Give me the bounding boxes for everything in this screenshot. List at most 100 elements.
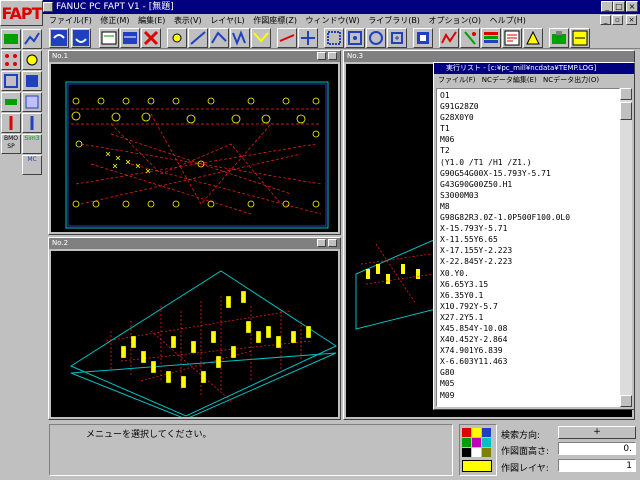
face-icon[interactable] (22, 92, 42, 112)
simulation-icon[interactable] (523, 28, 543, 48)
draw-layer-field[interactable]: 1 (558, 459, 636, 472)
menu-coords[interactable]: 作図座標(Z) (253, 16, 297, 25)
color-swatch-blue[interactable] (482, 428, 491, 437)
ream-icon[interactable] (22, 113, 42, 133)
menu-file[interactable]: ファイル(F) (49, 16, 92, 25)
nc-code-line[interactable]: X-22.845Y-2.223 (440, 256, 616, 267)
menu-option[interactable]: オプション(O) (428, 16, 481, 25)
wall-icon[interactable] (1, 29, 21, 49)
view-2-minimize-button[interactable] (317, 239, 326, 247)
nc-code-line[interactable]: M06 (440, 134, 616, 145)
circle-icon[interactable] (22, 50, 42, 70)
nc-code-line[interactable]: T1 (440, 123, 616, 134)
nc-code-line[interactable]: (Y1.0 /T1 /H1 /Z1.) (440, 157, 616, 168)
contour-icon[interactable] (22, 71, 42, 91)
view-1-canvas[interactable] (51, 64, 338, 232)
color-swatch-black[interactable] (462, 448, 471, 457)
nc-code-line[interactable]: X40.452Y-2.864 (440, 334, 616, 345)
color-swatch-cyan[interactable] (482, 438, 491, 447)
nc-code-line[interactable]: S3000M03 (440, 190, 616, 201)
mc-button[interactable]: MC (22, 155, 42, 175)
zoom-fit-icon[interactable] (345, 28, 365, 48)
menu-window[interactable]: ウィンドウ(W) (306, 16, 360, 25)
nc-code-line[interactable]: T2 (440, 145, 616, 156)
chart-icon[interactable] (22, 29, 42, 49)
pan-icon[interactable] (366, 28, 386, 48)
color-swatch-olive[interactable] (482, 448, 491, 457)
nc-code-line[interactable]: X6.65Y3.15 (440, 279, 616, 290)
list-menu-nc-edit[interactable]: NCデータ編集(E) (482, 76, 537, 84)
nc-code-line[interactable]: G28X0Y0 (440, 112, 616, 123)
nc-code-line[interactable]: G91G28Z0 (440, 101, 616, 112)
nc-code-line[interactable]: X27.2Y5.1 (440, 312, 616, 323)
menu-modify[interactable]: 修正(M) (100, 16, 129, 25)
nc-code-line[interactable]: X-6.603Y11.463 (440, 356, 616, 367)
point-icon[interactable] (167, 28, 187, 48)
sheet-icon[interactable] (99, 28, 119, 48)
redraw-icon[interactable] (413, 28, 433, 48)
sim3-button[interactable]: Sim3 (22, 134, 42, 154)
nc-output-icon[interactable] (502, 28, 522, 48)
view-2-canvas[interactable] (51, 251, 338, 417)
polyline-icon[interactable] (209, 28, 229, 48)
nc-code-line[interactable]: M05 (440, 378, 616, 389)
maximize-button[interactable]: □ (613, 1, 625, 12)
menu-library[interactable]: ライブラリ(B) (368, 16, 420, 25)
nc-code-line[interactable]: X45.854Y-10.08 (440, 323, 616, 334)
nc-code-line[interactable]: G43G90G00Z50.H1 (440, 179, 616, 190)
nc-code-line[interactable]: M8 (440, 201, 616, 212)
view-1-minimize-button[interactable] (317, 52, 326, 60)
list-menu-nc-output[interactable]: NCデータ出力(O) (543, 76, 599, 84)
scroll-thumb[interactable] (620, 102, 632, 120)
view-window-1[interactable]: No.1 (48, 50, 341, 235)
nc-code-line[interactable]: X-15.793Y-5.71 (440, 223, 616, 234)
hole-pattern-icon[interactable] (1, 50, 21, 70)
view-2-maximize-button[interactable] (328, 239, 337, 247)
tool-path-icon[interactable] (439, 28, 459, 48)
scroll-up-button[interactable] (620, 88, 632, 100)
nc-code-line[interactable]: X-11.55Y6.65 (440, 234, 616, 245)
nc-code-line[interactable]: O1 (440, 90, 616, 101)
trim-icon[interactable] (277, 28, 297, 48)
zigzag-icon[interactable] (230, 28, 250, 48)
machine-icon[interactable] (549, 28, 569, 48)
color-bars-icon[interactable] (481, 28, 501, 48)
nc-code-list[interactable]: O1 G91G28Z0 G28X0Y0 T1 M06 T2 (Y1.0 /T1 /H1 /Z… (436, 88, 620, 407)
nc-code-line[interactable]: X6.35Y0.1 (440, 290, 616, 301)
color-swatch-white[interactable] (472, 448, 481, 457)
move-icon[interactable] (298, 28, 318, 48)
nc-code-line[interactable]: G80 (440, 367, 616, 378)
zoom-window-icon[interactable] (324, 28, 344, 48)
layer-icon[interactable] (120, 28, 140, 48)
line-icon[interactable] (188, 28, 208, 48)
list-menu-file[interactable]: ファイル(F) (438, 76, 476, 84)
menu-layer[interactable]: レイヤ(L) (210, 16, 244, 25)
nc-code-line[interactable]: G98G82R3.0Z-1.0P500F100.0L0 (440, 212, 616, 223)
slot-icon[interactable] (1, 92, 21, 112)
minimize-button[interactable]: _ (601, 1, 613, 12)
bmosp-button[interactable]: BMO SP (1, 134, 21, 154)
undo-icon[interactable] (49, 28, 69, 48)
close-button[interactable]: × (626, 1, 638, 12)
menu-help[interactable]: ヘルプ(H) (490, 16, 526, 25)
chamfer-icon[interactable] (251, 28, 271, 48)
redo-icon[interactable] (71, 28, 91, 48)
delete-icon[interactable] (141, 28, 161, 48)
zoom-in-icon[interactable] (387, 28, 407, 48)
view-1-maximize-button[interactable] (328, 52, 337, 60)
nc-code-line[interactable]: G90G54G00X-15.793Y-5.71 (440, 168, 616, 179)
nc-list-scrollbar[interactable] (620, 88, 632, 407)
drill-icon[interactable] (460, 28, 480, 48)
nc-code-line[interactable]: X-17.155Y-2.223 (440, 245, 616, 256)
color-swatch-yellow[interactable] (472, 428, 481, 437)
settings-icon[interactable] (570, 28, 590, 48)
mdi-close-button[interactable]: × (626, 15, 637, 25)
color-swatch-red[interactable] (462, 428, 471, 437)
search-direction-button[interactable]: + (558, 426, 636, 439)
nc-code-line[interactable]: X74.901Y6.839 (440, 345, 616, 356)
nc-code-line[interactable]: X10.792Y-5.7 (440, 301, 616, 312)
menu-view[interactable]: 表示(V) (174, 16, 202, 25)
menu-edit[interactable]: 編集(E) (138, 16, 165, 25)
mdi-minimize-button[interactable]: _ (600, 15, 611, 25)
nc-code-line[interactable]: M09 (440, 390, 616, 401)
